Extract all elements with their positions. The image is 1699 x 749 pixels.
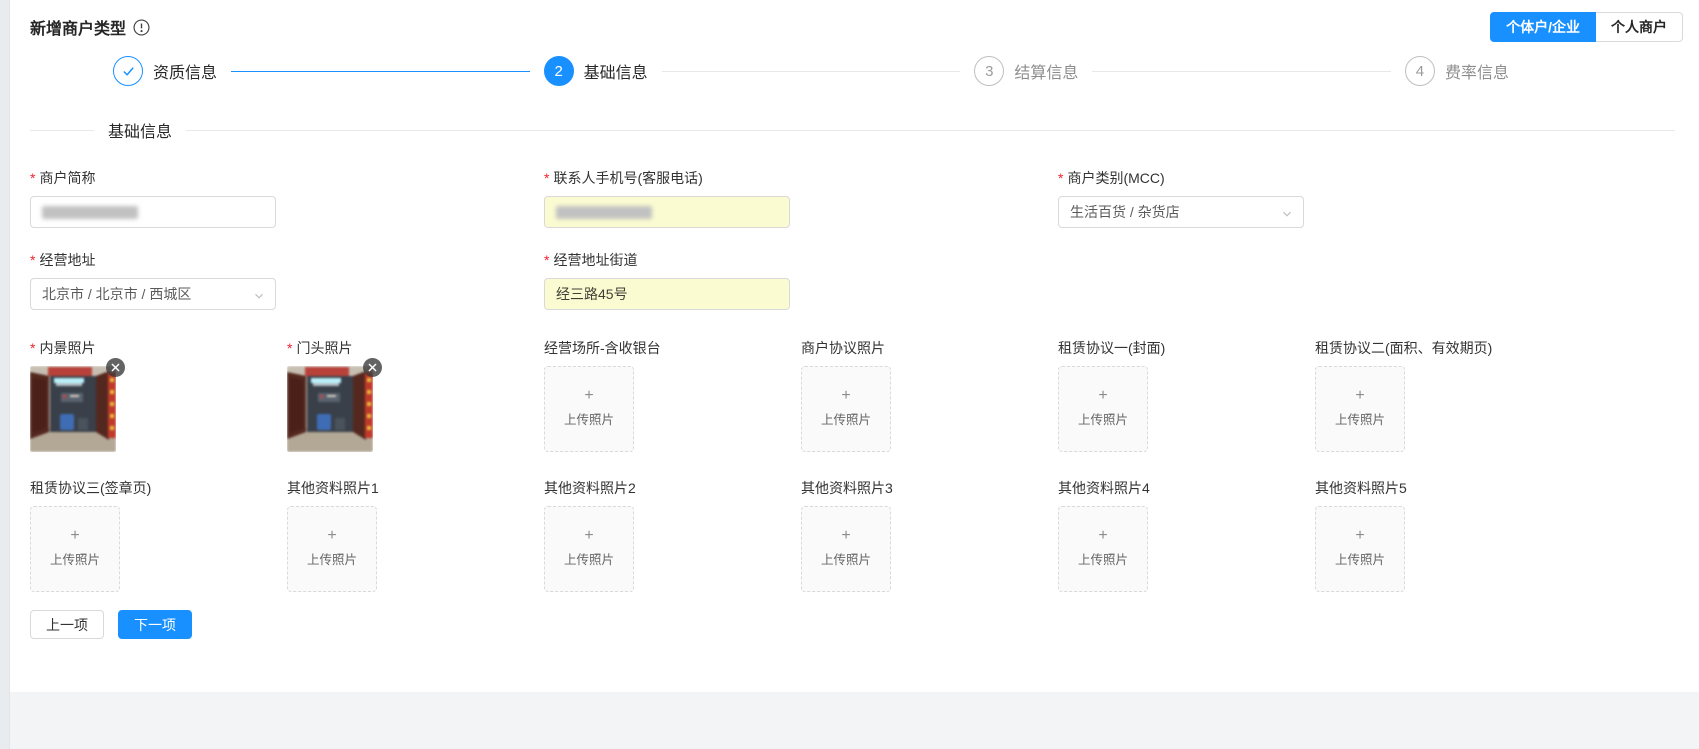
upload-photo-button[interactable]: + 上传照片 (1058, 366, 1148, 452)
plus-icon: + (70, 530, 79, 542)
upload-photo-button[interactable]: + 上传照片 (1315, 366, 1405, 452)
contact-phone-input[interactable] (544, 196, 790, 228)
section-divider: 基础信息 (30, 118, 1699, 142)
interior-photo-label: 内景照片 (30, 338, 287, 358)
merchant-agreement-photo-label: 商户协议照片 (801, 338, 1058, 358)
lease-agreement-2-label: 租赁协议二(面积、有效期页) (1315, 338, 1572, 358)
upload-cell: 其他资料照片5 + 上传照片 (1315, 478, 1572, 592)
plus-icon: + (327, 530, 336, 542)
business-address-label: 经营地址 (30, 250, 544, 270)
uploaded-photo-storefront[interactable] (287, 366, 373, 452)
plus-icon: + (584, 530, 593, 542)
upload-cell: 门头照片 (287, 338, 544, 452)
other-photo-1-label: 其他资料照片1 (287, 478, 544, 498)
step-connector (1092, 71, 1391, 72)
chevron-down-icon (1281, 207, 1293, 223)
upload-photo-button[interactable]: + 上传照片 (287, 506, 377, 592)
plus-icon: + (841, 390, 850, 402)
step-number-badge: 2 (544, 56, 574, 86)
step-number-badge: 4 (1405, 56, 1435, 86)
step-qualification-info[interactable]: 资质信息 (113, 56, 544, 86)
previous-step-button[interactable]: 上一项 (30, 610, 104, 639)
remove-photo-button[interactable] (106, 358, 125, 377)
contact-phone-label: 联系人手机号(客服电话) (544, 168, 1058, 188)
upload-cell: 租赁协议二(面积、有效期页) + 上传照片 (1315, 338, 1572, 452)
info-icon[interactable] (133, 19, 150, 36)
step-number-badge: 3 (974, 56, 1004, 86)
upload-cell: 其他资料照片3 + 上传照片 (801, 478, 1058, 592)
upload-photo-button[interactable]: + 上传照片 (1058, 506, 1148, 592)
chevron-down-icon (253, 289, 265, 305)
lease-agreement-3-label: 租赁协议三(签章页) (30, 478, 287, 498)
upload-photo-button[interactable]: + 上传照片 (801, 506, 891, 592)
stepper: 资质信息 2 基础信息 3 结算信息 4 费率信息 (113, 54, 1509, 88)
upload-cell: 租赁协议一(封面) + 上传照片 (1058, 338, 1315, 452)
tab-personal-merchant[interactable]: 个人商户 (1596, 12, 1683, 42)
upload-photo-button[interactable]: + 上传照片 (801, 366, 891, 452)
step-connector (662, 71, 961, 72)
mcc-label: 商户类别(MCC) (1058, 168, 1572, 188)
other-photo-5-label: 其他资料照片5 (1315, 478, 1572, 498)
page-title: 新增商户类型 (30, 15, 126, 39)
uploaded-photo-interior[interactable] (30, 366, 116, 452)
plus-icon: + (1098, 530, 1107, 542)
upload-cell: 租赁协议三(签章页) + 上传照片 (30, 478, 287, 592)
upload-cell: 内景照片 (30, 338, 287, 452)
other-photo-2-label: 其他资料照片2 (544, 478, 801, 498)
form-row-2: 经营地址 北京市 / 北京市 / 西城区 经营地址街道 (30, 250, 1699, 310)
lease-agreement-1-label: 租赁协议一(封面) (1058, 338, 1315, 358)
step-label: 费率信息 (1445, 59, 1509, 83)
step-settlement-info[interactable]: 3 结算信息 (974, 56, 1405, 86)
upload-photo-button[interactable]: + 上传照片 (544, 506, 634, 592)
step-finished-check-icon (113, 56, 143, 86)
form-row-1: 商户简称 联系人手机号(客服电话) 商户类别(MCC) 生活百货 / 杂货店 (30, 168, 1699, 228)
step-label: 基础信息 (584, 59, 648, 83)
upload-cell: 经营场所-含收银台 + 上传照片 (544, 338, 801, 452)
header: 新增商户类型 个体户/企业 个人商户 (30, 12, 1699, 46)
merchant-type-toggle: 个体户/企业 个人商户 (1490, 12, 1683, 42)
redacted-value (556, 206, 652, 219)
upload-cell: 商户协议照片 + 上传照片 (801, 338, 1058, 452)
section-title: 基础信息 (108, 118, 172, 142)
step-rate-info[interactable]: 4 费率信息 (1405, 56, 1509, 86)
next-step-button[interactable]: 下一项 (118, 610, 192, 639)
upload-photo-button[interactable]: + 上传照片 (30, 506, 120, 592)
mcc-select[interactable]: 生活百货 / 杂货店 (1058, 196, 1304, 228)
address-street-input[interactable] (544, 278, 790, 310)
address-street-label: 经营地址街道 (544, 250, 1058, 270)
page-left-gutter (0, 0, 10, 749)
merchant-short-name-input[interactable] (30, 196, 276, 228)
remove-photo-button[interactable] (363, 358, 382, 377)
step-connector (231, 71, 530, 72)
merchant-short-name-label: 商户简称 (30, 168, 544, 188)
business-address-cascader[interactable]: 北京市 / 北京市 / 西城区 (30, 278, 276, 310)
upload-photo-button[interactable]: + 上传照片 (1315, 506, 1405, 592)
main-panel: 新增商户类型 个体户/企业 个人商户 资质信息 2 基础信息 3 结算信息 (10, 0, 1699, 692)
upload-cell: 其他资料照片2 + 上传照片 (544, 478, 801, 592)
plus-icon: + (1355, 530, 1364, 542)
upload-cell: 其他资料照片1 + 上传照片 (287, 478, 544, 592)
plus-icon: + (841, 530, 850, 542)
upload-photo-button[interactable]: + 上传照片 (544, 366, 634, 452)
upload-cell: 其他资料照片4 + 上传照片 (1058, 478, 1315, 592)
upload-row-1: 内景照片 门头照片 经营场所-含收银台 + 上传照片 (30, 338, 1699, 452)
plus-icon: + (1098, 390, 1107, 402)
other-photo-3-label: 其他资料照片3 (801, 478, 1058, 498)
plus-icon: + (1355, 390, 1364, 402)
redacted-value (42, 206, 138, 219)
plus-icon: + (584, 390, 593, 402)
step-label: 结算信息 (1014, 59, 1078, 83)
step-label: 资质信息 (153, 59, 217, 83)
upload-row-2: 租赁协议三(签章页) + 上传照片 其他资料照片1 + 上传照片 其他资料照片2… (30, 478, 1699, 592)
step-basic-info[interactable]: 2 基础信息 (544, 56, 975, 86)
premises-cashier-photo-label: 经营场所-含收银台 (544, 338, 801, 358)
other-photo-4-label: 其他资料照片4 (1058, 478, 1315, 498)
storefront-photo-label: 门头照片 (287, 338, 544, 358)
tab-individual-enterprise[interactable]: 个体户/企业 (1490, 12, 1596, 42)
footer-actions: 上一项 下一项 (30, 610, 1699, 639)
